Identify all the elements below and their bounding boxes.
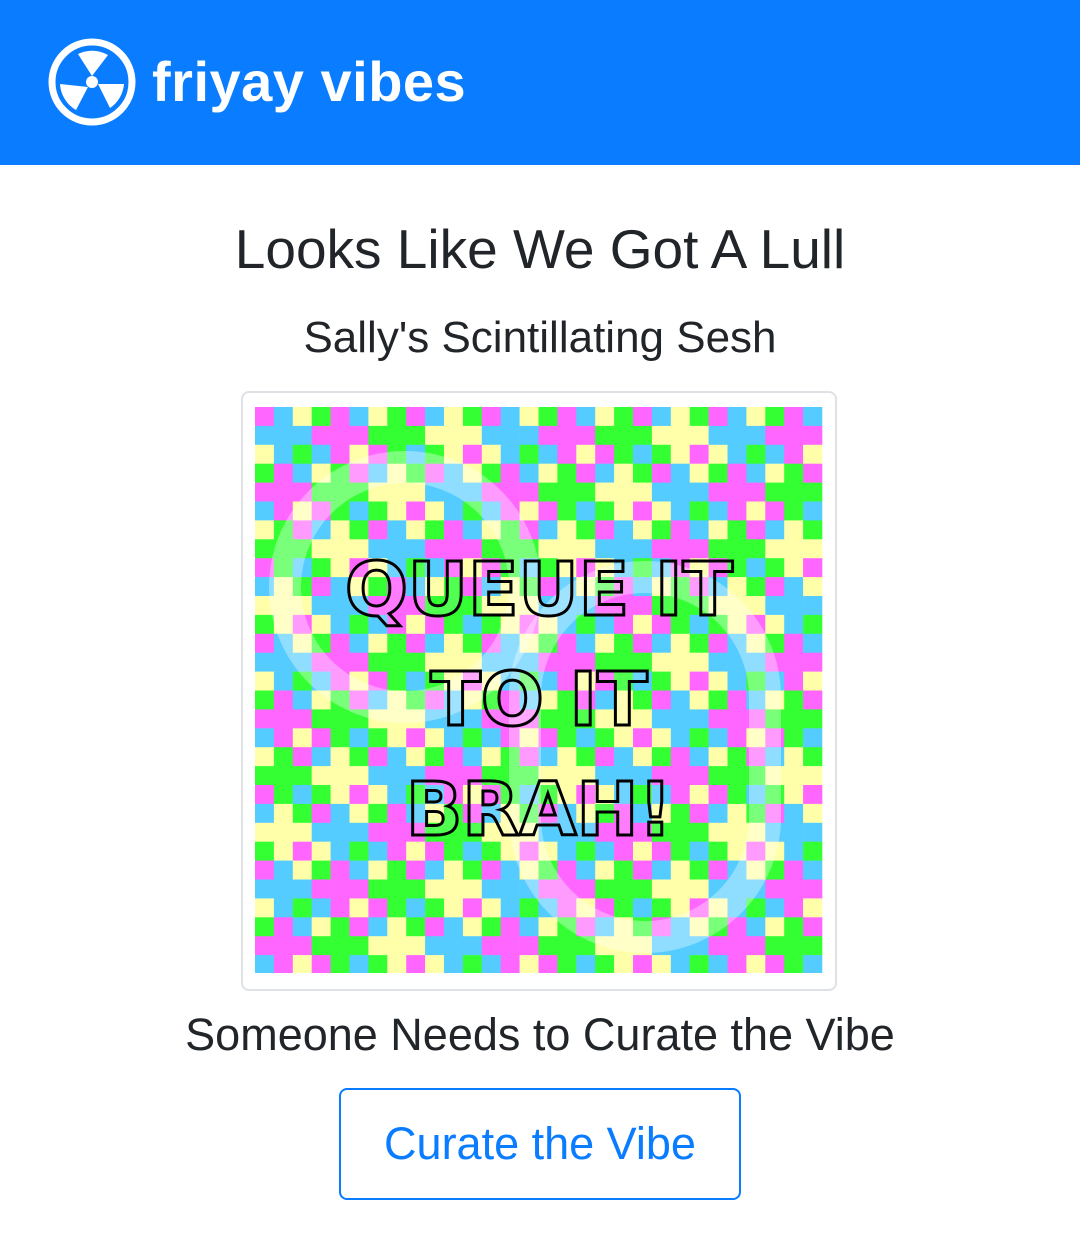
artwork-line-3: BRAH! bbox=[406, 767, 672, 853]
session-name: Sally's Scintillating Sesh bbox=[303, 313, 777, 362]
queue-it-artwork: QUEUE IT TO IT BRAH! bbox=[255, 407, 823, 973]
page-title: Looks Like We Got A Lull bbox=[234, 218, 846, 280]
fan-icon[interactable] bbox=[48, 38, 136, 126]
app-header: friyay vibes bbox=[0, 0, 1080, 165]
brand-name[interactable]: friyay vibes bbox=[152, 44, 466, 120]
curate-the-vibe-button[interactable]: Curate the Vibe bbox=[339, 1088, 741, 1200]
artwork-line-1: QUEUE IT bbox=[345, 547, 733, 633]
artwork-line-2: TO IT bbox=[430, 657, 648, 743]
curate-message: Someone Needs to Curate the Vibe bbox=[185, 1009, 895, 1060]
image-card: QUEUE IT TO IT BRAH! bbox=[241, 391, 837, 991]
